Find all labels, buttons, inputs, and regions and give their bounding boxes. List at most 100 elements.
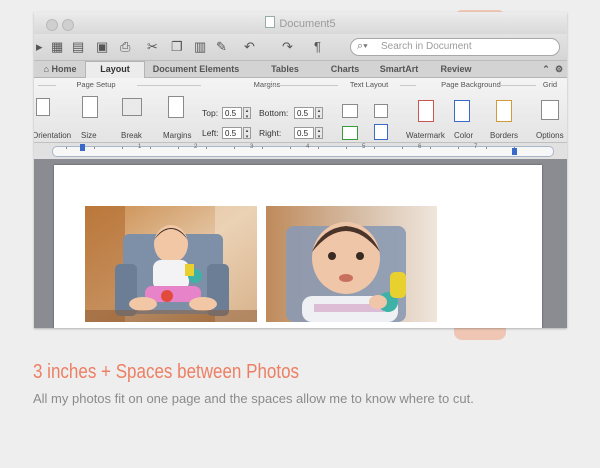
- photo-baby-in-chair[interactable]: [85, 206, 257, 322]
- text-box-icon[interactable]: [342, 126, 358, 140]
- orientation-icon[interactable]: [36, 98, 50, 116]
- top-margin-input[interactable]: 0.5: [222, 107, 242, 119]
- columns-icon[interactable]: [342, 104, 358, 118]
- tab-charts[interactable]: Charts: [324, 62, 366, 77]
- collapse-ribbon-icon[interactable]: ⌃: [540, 62, 552, 77]
- line-numbers-icon[interactable]: [374, 104, 388, 118]
- tab-layout[interactable]: Layout: [85, 61, 145, 79]
- tab-document-elements[interactable]: Document Elements: [146, 62, 246, 77]
- watermark-button-label[interactable]: Watermark: [406, 131, 445, 140]
- group-divider: [400, 85, 416, 86]
- title-bar: Document5: [34, 12, 567, 34]
- ruler-tick: [430, 147, 431, 149]
- right-margin-stepper[interactable]: ▴ ▾: [315, 127, 323, 140]
- orientation-button-label[interactable]: Orientation: [34, 131, 71, 140]
- ribbon-settings-icon[interactable]: ⚙: [553, 62, 565, 77]
- home-icon: ⌂: [43, 64, 49, 74]
- redo-icon[interactable]: ↷: [282, 39, 293, 55]
- undo-icon[interactable]: ↶: [244, 39, 255, 55]
- size-icon[interactable]: [82, 96, 98, 118]
- standard-toolbar: ▸ ▦ ▤ ▣ ⎙ ✂ ❐ ▥ ✎ ↶ ↷ ¶ ⌕▾ Search in Doc…: [34, 34, 567, 61]
- paste-icon[interactable]: ▥: [194, 39, 206, 55]
- left-indent-marker[interactable]: [80, 144, 85, 151]
- horizontal-ruler[interactable]: 1 2 3 4 5 6 7: [34, 143, 567, 160]
- ruler-tick: [458, 147, 459, 149]
- new-doc-icon[interactable]: ▦: [51, 39, 63, 55]
- ruler-tick: [122, 147, 123, 149]
- tab-charts-label: Charts: [330, 64, 360, 74]
- ruler-number: 3: [250, 144, 254, 150]
- ruler-tick: [206, 147, 207, 149]
- tab-home[interactable]: ⌂ Home: [38, 62, 82, 77]
- tab-tables[interactable]: Tables: [252, 62, 318, 77]
- ruler-tick: [66, 147, 67, 149]
- top-margin-stepper[interactable]: ▴ ▾: [243, 107, 251, 120]
- right-margin-input[interactable]: 0.5: [294, 127, 314, 139]
- save-icon[interactable]: ▣: [96, 39, 108, 55]
- ribbon-tabs: ⌂ Home Layout Document Elements Tables C…: [34, 61, 567, 79]
- tab-tables-label: Tables: [271, 64, 299, 74]
- search-field[interactable]: ⌕▾ Search in Document: [350, 38, 560, 56]
- format-painter-icon[interactable]: ✎: [216, 39, 227, 55]
- ruler-number: 5: [362, 144, 366, 150]
- search-placeholder: Search in Document: [381, 41, 472, 52]
- left-margin-stepper[interactable]: ▴ ▾: [243, 127, 251, 140]
- page-color-icon[interactable]: [454, 100, 470, 122]
- right-indent-marker[interactable]: [512, 148, 517, 155]
- tab-smartart[interactable]: SmartArt: [372, 62, 426, 77]
- cut-icon[interactable]: ✂: [147, 39, 158, 55]
- tab-document-elements-label: Document Elements: [152, 64, 240, 74]
- tab-smartart-label: SmartArt: [379, 64, 419, 74]
- margins-button-label[interactable]: Margins: [163, 131, 191, 140]
- right-margin-label: Right:: [259, 128, 282, 138]
- document-title-text: Document5: [279, 18, 336, 30]
- caption-title: 3 inches + Spaces between Photos: [33, 361, 300, 383]
- group-divider: [38, 85, 56, 86]
- open-icon[interactable]: ▤: [72, 39, 84, 55]
- group-divider: [496, 85, 536, 86]
- ruler-number: 4: [306, 144, 310, 150]
- left-margin-input[interactable]: 0.5: [222, 127, 242, 139]
- photo-baby-closeup[interactable]: [266, 206, 437, 322]
- group-divider: [266, 85, 338, 86]
- print-icon[interactable]: ⎙: [120, 39, 130, 55]
- bottom-margin-label: Bottom:: [259, 108, 289, 118]
- ruler-track[interactable]: [52, 146, 554, 157]
- size-button-label[interactable]: Size: [81, 131, 97, 140]
- ruler-tick: [178, 147, 179, 149]
- toolbar-edge-icon: ▸: [36, 39, 43, 54]
- document-icon: [265, 16, 276, 28]
- bottom-margin-stepper[interactable]: ▴ ▾: [315, 107, 323, 120]
- document-title: Document5: [34, 16, 567, 30]
- document-page[interactable]: [54, 165, 542, 328]
- ruler-tick: [234, 147, 235, 149]
- document-canvas[interactable]: [34, 159, 567, 328]
- ruler-number: 2: [194, 144, 198, 150]
- break-icon[interactable]: [122, 98, 142, 116]
- ruler-tick: [290, 147, 291, 149]
- bottom-margin-input[interactable]: 0.5: [294, 107, 314, 119]
- color-button-label[interactable]: Color: [454, 131, 473, 140]
- tab-review[interactable]: Review: [432, 62, 480, 77]
- copy-icon[interactable]: ❐: [171, 39, 183, 55]
- borders-icon[interactable]: [496, 100, 512, 122]
- ruler-tick: [374, 147, 375, 149]
- hyphenation-icon[interactable]: [374, 124, 388, 140]
- watermark-icon[interactable]: [418, 100, 434, 122]
- ruler-number: 7: [474, 144, 478, 150]
- ruler-tick: [402, 147, 403, 149]
- pilcrow-icon[interactable]: ¶: [314, 39, 321, 55]
- grid-options-icon[interactable]: [541, 100, 559, 120]
- options-button-label[interactable]: Options: [536, 131, 564, 140]
- caption-text: All my photos fit on one page and the sp…: [33, 391, 474, 406]
- ruler-tick: [346, 147, 347, 149]
- margins-icon[interactable]: [168, 96, 184, 118]
- ruler-tick: [486, 147, 487, 149]
- ruler-tick: [318, 147, 319, 149]
- ruler-tick: [94, 147, 95, 149]
- break-button-label[interactable]: Break: [121, 131, 142, 140]
- group-divider: [137, 85, 201, 86]
- photo-baby-in-chair-image: [85, 206, 257, 322]
- search-icon: ⌕▾: [357, 40, 368, 52]
- borders-button-label[interactable]: Borders: [490, 131, 518, 140]
